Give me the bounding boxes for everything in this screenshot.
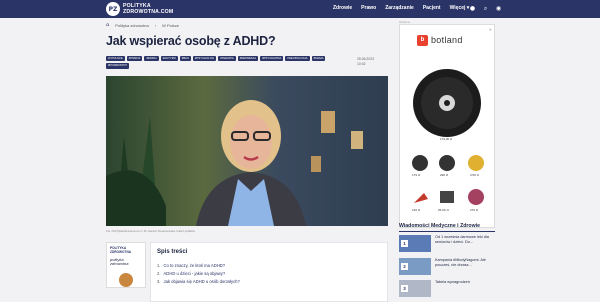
ad-price: 120 zł: [412, 208, 421, 212]
nav-item-wiecej[interactable]: Więcej ▾: [450, 5, 470, 11]
ad-price: 179 zł: [412, 173, 421, 177]
tag[interactable]: #MAMA: [311, 56, 326, 62]
logo-line-2: ZDROWOTNA.COM: [123, 9, 174, 15]
tag[interactable]: W POLSCE: [106, 56, 125, 62]
hero-photo-illustration: [106, 76, 388, 226]
tag[interactable]: #DEPRESJA: [237, 56, 259, 62]
divider: [399, 231, 495, 232]
table-of-contents: Spis treści 1. Co to znaczy, że ktoś ma A…: [150, 242, 388, 302]
news-thumbnail[interactable]: 3: [399, 280, 431, 297]
author-name: polityka zdrowotna: [110, 257, 129, 267]
news-title[interactable]: Tabela wynagrodzeń: [435, 280, 495, 285]
toc-item[interactable]: 1. Co to znaczy, że ktoś ma ADHD?: [157, 262, 240, 270]
ad-brand: b botland: [417, 33, 479, 47]
toc-title: Spis treści: [157, 249, 188, 255]
nav-item-zarzadzanie[interactable]: Zarządzanie: [385, 5, 414, 11]
account-icon[interactable]: ◉: [495, 5, 502, 12]
advertisement[interactable]: ✕ b botland 179,00 zł 179 zł 290 zł 3,50…: [399, 24, 495, 228]
nav-icons: ● ⌕ ◉: [469, 5, 502, 12]
news-thumbnail[interactable]: 1: [399, 235, 431, 252]
main-nav: Zdrowie Prawo Zarządzanie Pacjent Więcej…: [333, 5, 469, 11]
ad-price: 270 zł: [470, 208, 479, 212]
news-item[interactable]: 3 Tabela wynagrodzeń: [399, 280, 495, 298]
home-icon[interactable]: ⌂: [106, 22, 109, 28]
botland-logo-icon: b: [417, 34, 428, 46]
nav-item-prawo[interactable]: Prawo: [361, 5, 376, 11]
toc-item[interactable]: 2. ADHD u dzieci - jakie są objawy?: [157, 270, 240, 278]
news-thumbnail[interactable]: 2: [399, 258, 431, 275]
ad-price: 3,50 zł: [470, 173, 479, 177]
news-item[interactable]: 1 Od 1 września darmowe leki dla senioró…: [399, 235, 495, 253]
tag[interactable]: #EDIDU: [144, 56, 159, 62]
top-navigation-bar: PZ POLITYKA ZDROWOTNA.COM Zdrowie Prawo …: [0, 0, 600, 18]
breadcrumb-item[interactable]: W Polsce: [162, 23, 179, 28]
photo-caption: Fot. PoliTykaZdrowotna.com / Dr Joanna T…: [106, 229, 195, 233]
tag-list: W POLSCE #PSMOA #EDIDU #AUTYZM #BAS #PSY…: [106, 56, 346, 69]
author-logo: POLITYKA ZDROWOTNA: [110, 246, 132, 254]
ad-price: 290 zł: [440, 173, 449, 177]
toc-item[interactable]: 3. Jak objawia się ADHD u osób dorosłych?: [157, 278, 240, 286]
article-date: 28.06.2023 10:02: [357, 57, 374, 66]
tag[interactable]: #PSYCHIATRA: [260, 56, 284, 62]
tag[interactable]: #NEUROLOGIA: [285, 56, 310, 62]
nav-item-zdrowie[interactable]: Zdrowie: [333, 5, 352, 11]
tag[interactable]: #TERAPIA: [218, 56, 236, 62]
tag[interactable]: #PSMOA: [126, 56, 143, 62]
nav-item-pacjent[interactable]: Pacjent: [423, 5, 441, 11]
article-hero-photo: [106, 76, 388, 226]
news-title[interactable]: Kampania #MłodyNagomi. Ale poucześ, nie …: [435, 258, 495, 268]
ad-close-icon[interactable]: ✕: [489, 27, 492, 32]
tag[interactable]: #BAS: [179, 56, 191, 62]
article-title: Jak wspierać osobę z ADHD?: [106, 34, 276, 48]
toc-list: 1. Co to znaczy, że ktoś ma ADHD? 2. ADHD …: [157, 262, 240, 286]
site-logo[interactable]: PZ POLITYKA ZDROWOTNA.COM: [106, 2, 173, 16]
tag[interactable]: #PODROSTNY: [106, 63, 130, 69]
breadcrumb-item[interactable]: Polityka zdrowotna: [115, 23, 149, 28]
tag[interactable]: #AUTYZM: [160, 56, 178, 62]
tag[interactable]: #PSYCHOLOG: [192, 56, 217, 62]
avatar: [119, 273, 133, 287]
user-icon[interactable]: ●: [469, 5, 476, 12]
author-box[interactable]: POLITYKA ZDROWOTNA polityka zdrowotna: [106, 242, 146, 288]
news-section-heading: Wiadomości Medyczne i Zdrowie: [399, 223, 480, 229]
news-item[interactable]: 2 Kampania #MłodyNagomi. Ale poucześ, ni…: [399, 258, 495, 276]
ad-price: 179,00 zł: [440, 137, 453, 141]
logo-badge-icon: PZ: [106, 2, 120, 16]
news-title[interactable]: Od 1 września darmowe leki dla seniorów …: [435, 235, 495, 245]
breadcrumb: ⌂ Polityka zdrowotna › W Polsce: [106, 22, 180, 28]
search-icon[interactable]: ⌕: [482, 5, 489, 12]
ad-price: 25,00 zł: [438, 208, 449, 212]
